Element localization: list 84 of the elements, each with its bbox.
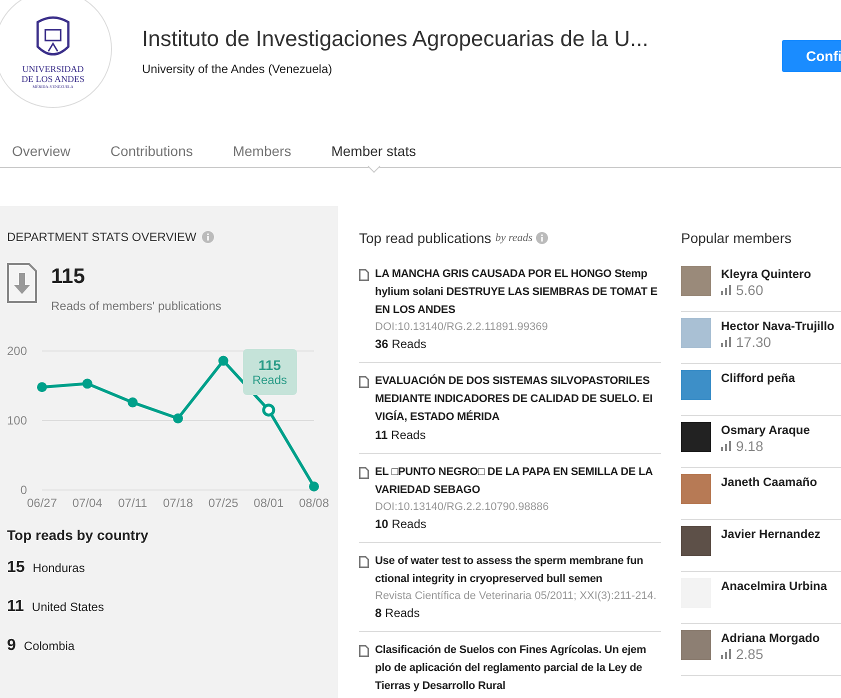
country-name: Colombia: [24, 639, 75, 653]
axis-label: 07/04: [72, 496, 102, 510]
member-score: 2.85: [736, 646, 764, 662]
avatar-placeholder[interactable]: [681, 630, 711, 660]
data-point: [262, 404, 276, 417]
document-icon: [359, 376, 369, 388]
member-score: 9.18: [736, 438, 764, 454]
chart-tooltip: 115 Reads: [242, 349, 297, 396]
member-score: 17.30: [736, 334, 772, 350]
tab[interactable]: Members: [232, 143, 292, 173]
member-name[interactable]: Kleyra Quintero: [721, 266, 812, 282]
tab[interactable]: Contributions: [110, 143, 193, 173]
country-name: Honduras: [32, 561, 85, 575]
axis-label: 07/25: [208, 496, 238, 510]
document-icon: [359, 556, 369, 568]
data-point: [173, 413, 183, 424]
bar-chart-icon: [721, 337, 731, 347]
data-point: [82, 378, 92, 389]
avatar-placeholder[interactable]: [681, 370, 711, 400]
member-name[interactable]: Anacelmira Urbina: [721, 578, 828, 594]
member-score: 5.60: [736, 282, 764, 298]
tab[interactable]: Member stats: [331, 143, 416, 173]
axis-label: 0: [20, 483, 27, 497]
institution-name: University of the Andes (Venezuela): [142, 62, 334, 76]
series-label: Reads: [252, 373, 287, 388]
info-icon: [202, 231, 214, 243]
document-icon: [359, 467, 369, 479]
member-name[interactable]: Javier Hernandez: [721, 526, 820, 542]
read-count: 10 Reads: [375, 516, 428, 533]
member-name[interactable]: Clifford peña: [721, 370, 795, 386]
sort-label: by reads: [495, 232, 532, 244]
axis-label: 100: [6, 414, 27, 428]
bar-chart-icon: [721, 285, 731, 295]
publication-title[interactable]: EVALUACIÓN DE DOS SISTEMAS SILVOPASTORILES MEDIANTE INDICADORES DE CALIDAD DE SUELO. EI VIGÍA, ESTADO MÉRIDA: [375, 372, 661, 426]
data-point: [309, 482, 319, 492]
avatar-placeholder[interactable]: [681, 318, 711, 348]
axis-label: 07/18: [162, 496, 194, 510]
country-name: United States: [32, 600, 104, 614]
axis-label: 08/08: [298, 496, 330, 510]
logo-text: DE LOS ANDES: [21, 74, 84, 84]
bar-chart-icon: [721, 649, 731, 659]
info-icon: [536, 232, 548, 244]
avatar-placeholder[interactable]: [681, 474, 711, 504]
avatar-placeholder[interactable]: [681, 526, 711, 556]
publication-title[interactable]: LA MANCHA GRIS CAUSADA POR EL HONGO Stemp hylium solani DESTRUYE LAS SIEMBRAS DE TOMAT E EN LOS ANDES: [375, 265, 661, 319]
read-count: 9: [7, 637, 16, 655]
axis-label: 07/11: [118, 496, 148, 510]
data-point: [37, 382, 47, 392]
avatar-placeholder[interactable]: [681, 422, 711, 452]
download-document-icon: [7, 263, 37, 303]
annotation: 115: [258, 357, 281, 374]
axis-label: 06/27: [26, 496, 58, 510]
tab[interactable]: Overview: [12, 143, 70, 173]
document-icon: [359, 645, 369, 657]
page-title: Instituto de Investigaciones Agropecuarias de la U...: [142, 26, 650, 52]
bar-chart-icon: [721, 441, 731, 451]
data-point: [128, 397, 138, 408]
publication-title[interactable]: Clasificación de Suelos con Fines Agrícolas. Un ejem plo de aplicación del reglamento parcial de la Ley de Tierras y Desarrollo Rural: [375, 641, 661, 695]
axis-label: 08/01: [254, 496, 284, 510]
member-name[interactable]: Adriana Morgado: [721, 630, 820, 646]
section-heading: DEPARTMENT STATS OVERVIEW: [7, 230, 196, 244]
section-heading: Top read publications: [359, 230, 492, 246]
section-heading: Popular members: [681, 230, 792, 246]
member-name[interactable]: Osmary Araque: [721, 422, 810, 438]
publication-meta: DOI:10.13140/RG.2.2.11891.99369: [375, 320, 549, 335]
section-heading: Top reads by country: [7, 527, 150, 543]
read-count: 11: [7, 598, 24, 616]
member-name[interactable]: Hector Nava-Trujillo: [721, 318, 834, 334]
logo-text: UNIVERSIDAD: [22, 64, 84, 74]
document-icon: [359, 269, 369, 281]
publication-title[interactable]: EL □PUNTO NEGRO□ DE LA PAPA EN SEMILLA DE LA VARIEDAD SEBAGO: [375, 463, 661, 499]
axis-label: 200: [6, 344, 27, 358]
publication-meta: Revista Científica de Veterinaria 05/2011; XXI(3):211-214.: [375, 589, 658, 604]
read-count: 8 Reads: [375, 605, 421, 622]
read-count: 11 Reads: [375, 427, 427, 444]
total-reads-label: Reads of members' publications: [51, 299, 222, 313]
publication-title[interactable]: Use of water test to assess the sperm membrane fun ctional integrity in cryopreserved bull semen: [375, 552, 661, 588]
read-count: 15: [7, 559, 25, 577]
data-point: [218, 356, 228, 366]
publication-meta: DOI:10.13140/RG.2.2.10790.98886: [375, 500, 550, 515]
total-reads: 115: [51, 265, 86, 289]
avatar-placeholder[interactable]: [681, 266, 711, 296]
member-name[interactable]: Janeth Caamaño: [721, 474, 818, 490]
read-count: 36 Reads: [375, 336, 428, 353]
